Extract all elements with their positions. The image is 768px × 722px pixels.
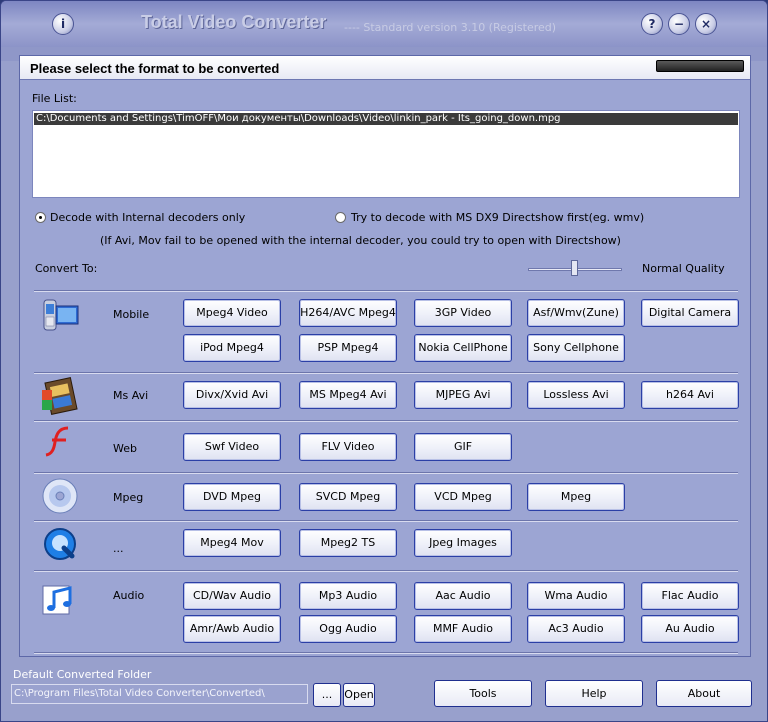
output-folder-field[interactable]: C:\Program Files\Total Video Converter\C…: [11, 684, 308, 704]
format-button-ac3-audio[interactable]: Ac3 Audio: [527, 615, 625, 643]
category-label-mpeg: Mpeg: [113, 491, 144, 504]
divider: [34, 570, 738, 572]
format-button-gif[interactable]: GIF: [414, 433, 512, 461]
browse-button[interactable]: ...: [313, 683, 341, 707]
format-button-divx-xvid[interactable]: Divx/Xvid Avi: [183, 381, 281, 409]
divider: [34, 290, 738, 292]
open-folder-button[interactable]: Open: [343, 683, 375, 707]
format-panel: Please select the format to be converted…: [19, 55, 751, 657]
avi-film-icon: [40, 376, 80, 416]
minimize-icon[interactable]: −: [668, 13, 690, 35]
category-label-audio: Audio: [113, 589, 145, 602]
category-label-web: Web: [113, 442, 137, 455]
format-button-sony-cellphone[interactable]: Sony Cellphone: [527, 334, 625, 362]
title-bar[interactable]: i Total Video Converter ---- Standard ve…: [1, 1, 767, 47]
info-icon[interactable]: i: [52, 13, 74, 35]
category-label-ms-avi: Ms Avi: [113, 389, 149, 402]
file-list-label: File List:: [32, 92, 77, 105]
file-list[interactable]: C:\Documents and Settings\TimOFF\Мои док…: [32, 110, 740, 198]
decode-hint: (If Avi, Mov fail to be opened with the …: [100, 234, 621, 247]
format-button-jpeg-images[interactable]: Jpeg Images: [414, 529, 512, 557]
format-button-ipod-mpeg4[interactable]: iPod Mpeg4: [183, 334, 281, 362]
format-button-au-audio[interactable]: Au Audio: [641, 615, 739, 643]
panel-close-button[interactable]: [656, 60, 744, 72]
format-button-digital-camera[interactable]: Digital Camera: [641, 299, 739, 327]
help-icon[interactable]: ?: [641, 13, 663, 35]
format-button-cd-wav-audio[interactable]: CD/Wav Audio: [183, 582, 281, 610]
app-title: Total Video Converter: [141, 12, 327, 32]
format-button-3gp-video[interactable]: 3GP Video: [414, 299, 512, 327]
default-folder-label: Default Converted Folder: [13, 668, 152, 681]
divider: [34, 652, 738, 654]
format-button-mjpeg-avi[interactable]: MJPEG Avi: [414, 381, 512, 409]
format-button-svcd-mpeg[interactable]: SVCD Mpeg: [299, 483, 397, 511]
format-button-nokia-cellphone[interactable]: Nokia CellPhone: [414, 334, 512, 362]
format-button-wma-audio[interactable]: Wma Audio: [527, 582, 625, 610]
format-button-ogg-audio[interactable]: Ogg Audio: [299, 615, 397, 643]
tools-button[interactable]: Tools: [434, 680, 532, 707]
mobile-video-icon: [40, 296, 80, 336]
format-button-psp-mpeg4[interactable]: PSP Mpeg4: [299, 334, 397, 362]
format-button-mmf-audio[interactable]: MMF Audio: [414, 615, 512, 643]
disc-icon: [40, 476, 80, 516]
divider: [34, 420, 738, 422]
decode-directshow-label[interactable]: Try to decode with MS DX9 Directshow fir…: [351, 211, 644, 224]
decode-directshow-radio[interactable]: [335, 212, 346, 223]
format-button-flv-video[interactable]: FLV Video: [299, 433, 397, 461]
about-button[interactable]: About: [656, 680, 752, 707]
divider: [34, 372, 738, 374]
format-button-flac-audio[interactable]: Flac Audio: [641, 582, 739, 610]
panel-title: Please select the format to be converted: [30, 61, 280, 76]
format-button-mpeg4-video[interactable]: Mpeg4 Video: [183, 299, 281, 327]
decode-internal-radio[interactable]: [35, 212, 46, 223]
divider: [34, 520, 738, 522]
divider: [34, 472, 738, 474]
list-item[interactable]: C:\Documents and Settings\TimOFF\Мои док…: [34, 113, 738, 125]
panel-header: Please select the format to be converted: [20, 56, 750, 80]
flash-icon: [40, 422, 80, 462]
category-label-other: ...: [113, 542, 124, 555]
format-button-dvd-mpeg[interactable]: DVD Mpeg: [183, 483, 281, 511]
format-button-ms-mpeg4-avi[interactable]: MS Mpeg4 Avi: [299, 381, 397, 409]
format-button-aac-audio[interactable]: Aac Audio: [414, 582, 512, 610]
format-button-lossless-avi[interactable]: Lossless Avi: [527, 381, 625, 409]
format-button-mpeg[interactable]: Mpeg: [527, 483, 625, 511]
quicktime-icon: [40, 524, 80, 564]
format-button-mpeg4-mov[interactable]: Mpeg4 Mov: [183, 529, 281, 557]
format-button-mp3-audio[interactable]: Mp3 Audio: [299, 582, 397, 610]
format-button-mpeg2-ts[interactable]: Mpeg2 TS: [299, 529, 397, 557]
format-button-swf-video[interactable]: Swf Video: [183, 433, 281, 461]
convert-to-label: Convert To:: [35, 262, 98, 275]
format-button-asf-wmv[interactable]: Asf/Wmv(Zune): [527, 299, 625, 327]
app-window: i Total Video Converter ---- Standard ve…: [0, 0, 768, 722]
decode-internal-label[interactable]: Decode with Internal decoders only: [50, 211, 245, 224]
category-label-mobile: Mobile: [113, 308, 150, 321]
version-label: ---- Standard version 3.10 (Registered): [344, 21, 557, 34]
format-button-h264-avi[interactable]: h264 Avi: [641, 381, 739, 409]
help-button[interactable]: Help: [545, 680, 643, 707]
quality-slider-thumb[interactable]: [571, 260, 578, 276]
format-button-h264-mpeg4[interactable]: H264/AVC Mpeg4: [299, 299, 397, 327]
format-button-amr-awb-audio[interactable]: Amr/Awb Audio: [183, 615, 281, 643]
format-button-vcd-mpeg[interactable]: VCD Mpeg: [414, 483, 512, 511]
music-note-icon: [40, 580, 80, 620]
close-icon[interactable]: ×: [695, 13, 717, 35]
quality-label: Normal Quality: [642, 262, 725, 275]
